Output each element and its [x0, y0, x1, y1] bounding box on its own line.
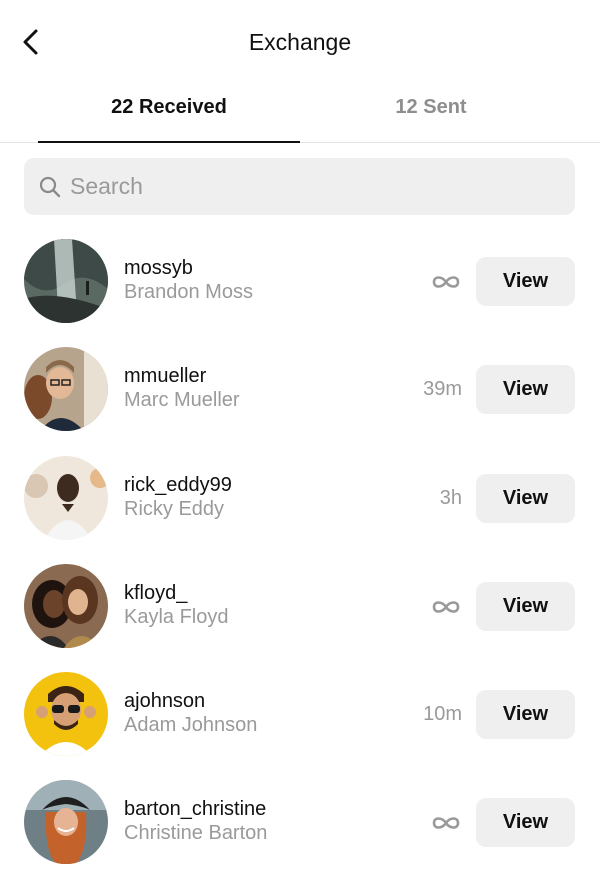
- time-indicator: 39m: [423, 378, 462, 401]
- infinity-icon: [432, 600, 460, 613]
- user-info: mossyb Brandon Moss: [124, 256, 253, 304]
- user-info: barton_christine Christine Barton: [124, 797, 267, 845]
- full-name: Christine Barton: [124, 822, 268, 845]
- username: rick_eddy99: [124, 473, 232, 496]
- user-info: ajohnson Adam Johnson: [124, 689, 257, 737]
- tab-bar: 22 Received 12 Sent: [0, 84, 600, 143]
- full-name: Adam Johnson: [124, 714, 258, 737]
- time-indicator: [402, 592, 462, 620]
- search-bar[interactable]: [24, 158, 575, 215]
- list-item: ajohnson Adam Johnson 10m View: [0, 659, 600, 767]
- list-item: rick_eddy99 Ricky Eddy 3h View: [0, 443, 600, 551]
- user-info: rick_eddy99 Ricky Eddy: [124, 473, 232, 521]
- header: Exchange: [0, 0, 600, 84]
- avatar: [24, 239, 108, 323]
- username: mmueller: [124, 365, 207, 388]
- list-item: kfloyd_ Kayla Floyd View: [0, 551, 600, 659]
- avatar: [24, 455, 108, 540]
- page-title: Exchange: [248, 29, 352, 55]
- search-icon: [39, 176, 61, 198]
- time-indicator: 10m: [423, 703, 462, 726]
- search-input[interactable]: [70, 158, 550, 215]
- infinity-icon: [432, 817, 460, 829]
- full-name: Ricky Eddy: [124, 497, 225, 520]
- tab-received[interactable]: 22 Received: [38, 84, 300, 142]
- avatar: [24, 563, 108, 648]
- view-button[interactable]: View: [476, 257, 575, 306]
- request-list: mossyb Brandon Moss View mmueller Marc M…: [0, 226, 600, 876]
- username: barton_christine: [124, 798, 267, 821]
- avatar: [24, 780, 108, 865]
- avatar: [24, 672, 108, 757]
- exchange-screen: Exchange 22 Received 12 Sent Search moss…: [0, 0, 600, 869]
- full-name: Brandon Moss: [124, 281, 253, 303]
- time-indicator: 3h: [439, 486, 462, 509]
- user-info: mmueller Marc Mueller: [124, 364, 240, 412]
- list-item: mossyb Brandon Moss View: [0, 226, 600, 334]
- full-name: Marc Mueller: [124, 389, 240, 412]
- list-item: barton_christine Christine Barton View: [0, 767, 600, 875]
- username: mossyb: [124, 257, 193, 279]
- time-indicator: [402, 808, 462, 836]
- user-info: kfloyd_ Kayla Floyd: [124, 581, 229, 629]
- avatar: [24, 347, 108, 432]
- view-button[interactable]: View: [476, 798, 575, 848]
- tab-sent[interactable]: 12 Sent: [300, 84, 562, 142]
- full-name: Kayla Floyd: [124, 605, 229, 628]
- infinity-icon: [432, 275, 460, 288]
- view-button[interactable]: View: [476, 581, 575, 631]
- view-button[interactable]: View: [476, 473, 575, 523]
- username: ajohnson: [124, 690, 206, 713]
- list-item: mmueller Marc Mueller 39m View: [0, 334, 600, 442]
- view-button[interactable]: View: [476, 365, 575, 415]
- time-indicator: [402, 267, 462, 295]
- active-tab-indicator: [38, 141, 300, 143]
- view-button[interactable]: View: [476, 690, 575, 740]
- username: kfloyd_: [124, 581, 188, 604]
